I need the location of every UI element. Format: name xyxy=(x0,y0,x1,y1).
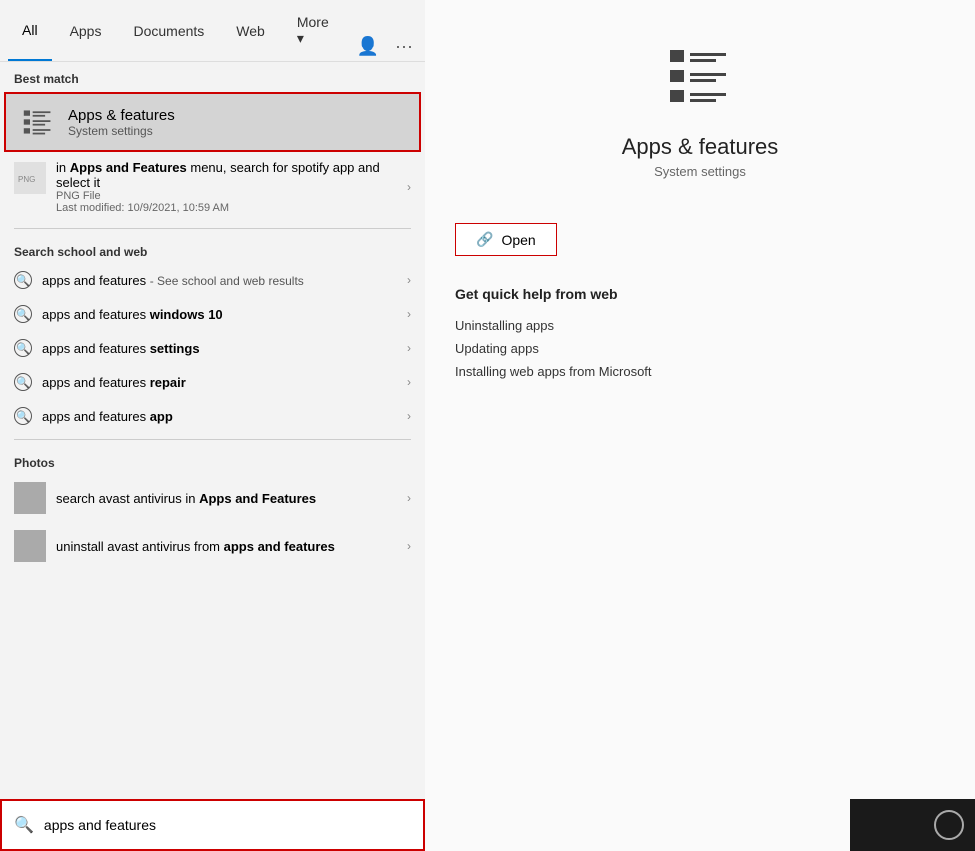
search-text-2: apps and features settings xyxy=(42,341,397,356)
tab-bar-icons: 👤 ··· xyxy=(353,32,417,61)
svg-text:PNG: PNG xyxy=(18,175,35,184)
file-thumbnail: PNG xyxy=(14,162,46,194)
search-chevron-1: › xyxy=(407,307,411,321)
tab-bar: All Apps Documents Web More ▾ 👤 ··· xyxy=(0,0,425,62)
search-icon-2: 🔍 xyxy=(14,339,32,357)
open-label: Open xyxy=(501,232,535,248)
search-icon-1: 🔍 xyxy=(14,305,32,323)
left-panel: All Apps Documents Web More ▾ 👤 ··· Best… xyxy=(0,0,425,851)
search-box-icon: 🔍 xyxy=(14,815,34,835)
quick-help-title: Get quick help from web xyxy=(455,286,652,302)
quick-help-section: Get quick help from web Uninstalling app… xyxy=(455,286,652,383)
tab-all[interactable]: All xyxy=(8,0,52,61)
photo-item-1[interactable]: uninstall avast antivirus from apps and … xyxy=(0,522,425,570)
search-text-1: apps and features windows 10 xyxy=(42,307,397,322)
open-button[interactable]: 🔗 Open xyxy=(455,223,557,256)
file-result-chevron: › xyxy=(407,180,411,194)
right-panel-subtitle: System settings xyxy=(654,164,746,179)
quick-help-link-2[interactable]: Installing web apps from Microsoft xyxy=(455,360,652,383)
photo-thumb-1 xyxy=(14,530,46,562)
best-match-subtitle: System settings xyxy=(68,124,175,138)
search-chevron-3: › xyxy=(407,375,411,389)
app-icon xyxy=(660,40,740,120)
search-text-0: apps and features - See school and web r… xyxy=(42,273,397,288)
divider-2 xyxy=(14,439,411,440)
tab-apps[interactable]: Apps xyxy=(56,0,116,61)
tab-documents[interactable]: Documents xyxy=(119,0,218,61)
search-box-input[interactable] xyxy=(44,817,411,833)
file-result-content: in Apps and Features menu, search for sp… xyxy=(56,160,397,214)
search-icon-4: 🔍 xyxy=(14,407,32,425)
search-icon-0: 🔍 xyxy=(14,271,32,289)
app-icon-area: Apps & features System settings xyxy=(622,40,779,179)
photo-thumb-0 xyxy=(14,482,46,514)
apps-features-icon xyxy=(20,104,56,140)
best-match-text: Apps & features System settings xyxy=(68,107,175,138)
open-button-container: 🔗 Open xyxy=(455,223,557,256)
quick-help-link-0[interactable]: Uninstalling apps xyxy=(455,314,652,337)
search-section-label: Search school and web xyxy=(0,235,425,263)
best-match-label: Best match xyxy=(0,62,425,92)
more-icon[interactable]: ··· xyxy=(391,32,417,61)
search-item-1[interactable]: 🔍 apps and features windows 10 › xyxy=(0,297,425,331)
photos-section-label: Photos xyxy=(0,446,425,474)
search-icon-3: 🔍 xyxy=(14,373,32,391)
best-match-item[interactable]: Apps & features System settings xyxy=(4,92,421,152)
best-match-title: Apps & features xyxy=(68,107,175,124)
right-panel: Apps & features System settings 🔗 Open G… xyxy=(425,0,975,851)
file-last-modified: Last modified: 10/9/2021, 10:59 AM xyxy=(56,202,397,214)
photo-text-0: search avast antivirus in Apps and Featu… xyxy=(56,491,397,506)
photo-chevron-1: › xyxy=(407,539,411,553)
search-chevron-2: › xyxy=(407,341,411,355)
search-item-4[interactable]: 🔍 apps and features app › xyxy=(0,399,425,433)
search-text-4: apps and features app xyxy=(42,409,397,424)
divider-1 xyxy=(14,228,411,229)
file-result-title: in Apps and Features menu, search for sp… xyxy=(56,160,397,190)
search-chevron-0: › xyxy=(407,273,411,287)
open-icon: 🔗 xyxy=(476,231,493,248)
search-item-2[interactable]: 🔍 apps and features settings › xyxy=(0,331,425,365)
file-result-item[interactable]: PNG in Apps and Features menu, search fo… xyxy=(0,152,425,222)
search-item-0[interactable]: 🔍 apps and features - See school and web… xyxy=(0,263,425,297)
right-panel-title: Apps & features xyxy=(622,134,779,160)
photo-text-1: uninstall avast antivirus from apps and … xyxy=(56,539,397,554)
tab-web[interactable]: Web xyxy=(222,0,279,61)
search-box-container: 🔍 xyxy=(0,799,425,851)
search-item-3[interactable]: 🔍 apps and features repair › xyxy=(0,365,425,399)
search-chevron-4: › xyxy=(407,409,411,423)
taskbar xyxy=(850,799,975,851)
photo-item-0[interactable]: search avast antivirus in Apps and Featu… xyxy=(0,474,425,522)
person-icon[interactable]: 👤 xyxy=(353,32,383,61)
search-text-3: apps and features repair xyxy=(42,375,397,390)
quick-help-link-1[interactable]: Updating apps xyxy=(455,337,652,360)
taskbar-circle-icon[interactable] xyxy=(931,807,967,843)
photo-chevron-0: › xyxy=(407,491,411,505)
tab-more[interactable]: More ▾ xyxy=(283,0,349,61)
file-type: PNG File xyxy=(56,190,397,202)
taskbar-circle xyxy=(934,810,964,840)
